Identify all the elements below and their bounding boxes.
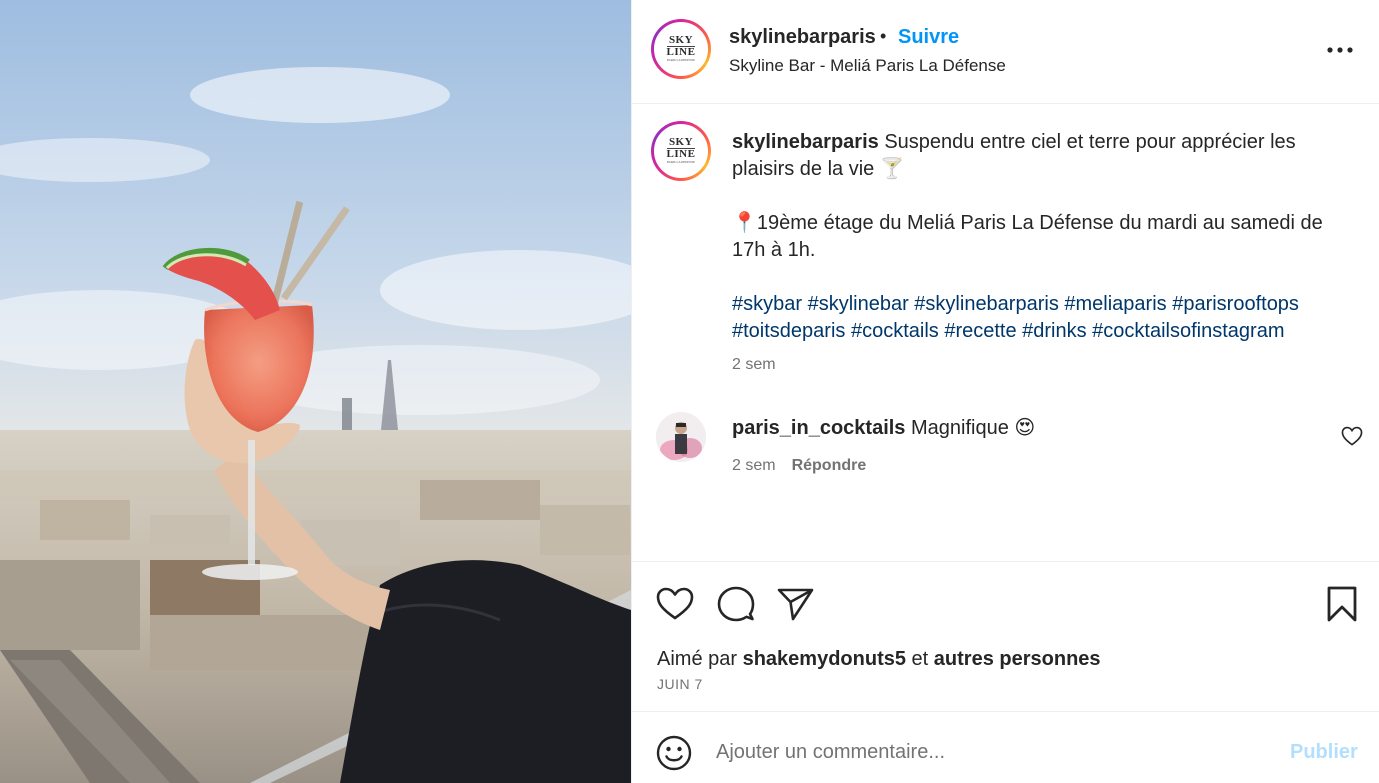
- likes-others[interactable]: autres personnes: [934, 648, 1101, 670]
- post-location[interactable]: Skyline Bar - Meliá Paris La Défense: [729, 56, 1006, 76]
- post-caption: skylinebarparis Suspendu entre ciel et t…: [732, 129, 1352, 345]
- post-date[interactable]: JUIN 7: [657, 676, 703, 692]
- more-icon[interactable]: [1325, 36, 1355, 64]
- avatar[interactable]: SKY LINE PARIS LA DEFENSE: [651, 19, 711, 79]
- likes-user[interactable]: shakemydonuts5: [743, 648, 906, 670]
- caption-avatar[interactable]: SKY LINE PARIS LA DEFENSE: [651, 121, 711, 181]
- comment-timestamp[interactable]: 2 sem: [732, 457, 776, 474]
- follow-button[interactable]: Suivre: [898, 26, 959, 49]
- avatar-logo-text: PARIS LA DEFENSE: [666, 58, 696, 62]
- avatar-logo-text: LINE: [666, 46, 696, 58]
- emoji-icon[interactable]: [656, 735, 692, 771]
- add-comment-bar: Publier: [632, 711, 1379, 783]
- post-panel: SKY LINE PARIS LA DEFENSE skylinebarpari…: [631, 0, 1379, 783]
- post-actions: Aimé par shakemydonuts5 et autres person…: [632, 561, 1379, 711]
- comment-avatar[interactable]: [656, 412, 706, 462]
- heart-icon[interactable]: [1341, 426, 1363, 446]
- avatar-logo-text: LINE: [666, 148, 696, 160]
- post-header: SKY LINE PARIS LA DEFENSE skylinebarpari…: [632, 0, 1379, 104]
- comment-body: paris_in_cocktails Magnifique 😍: [732, 415, 1035, 440]
- separator-dot: •: [880, 26, 887, 46]
- avatar-logo-text: SKY: [668, 136, 694, 148]
- like-heart-icon[interactable]: [655, 584, 695, 624]
- post-photo[interactable]: [0, 0, 631, 783]
- bookmark-icon[interactable]: [1322, 584, 1362, 624]
- comment-icon[interactable]: [716, 584, 756, 624]
- comment-meta: 2 sem Répondre: [732, 457, 866, 475]
- likes-summary: Aimé par shakemydonuts5 et autres person…: [657, 648, 1101, 671]
- reply-button[interactable]: Répondre: [792, 457, 867, 474]
- share-icon[interactable]: [775, 584, 815, 624]
- caption-location-line: 📍19ème étage du Meliá Paris La Défense d…: [732, 212, 1323, 261]
- comment-username[interactable]: paris_in_cocktails: [732, 417, 905, 439]
- avatar-logo-text: SKY: [668, 34, 694, 46]
- likes-middle: et: [911, 648, 929, 670]
- caption-hashtags[interactable]: #skybar #skylinebar #skylinebarparis #me…: [732, 291, 1352, 345]
- caption-timestamp[interactable]: 2 sem: [732, 356, 776, 374]
- post-username[interactable]: skylinebarparis: [729, 26, 876, 49]
- caption-username[interactable]: skylinebarparis: [732, 131, 879, 153]
- comment-text: Magnifique 😍: [911, 417, 1036, 439]
- likes-prefix: Aimé par: [657, 648, 738, 670]
- avatar-logo-text: PARIS LA DEFENSE: [666, 160, 696, 164]
- comment-input[interactable]: [716, 734, 1256, 770]
- publish-button[interactable]: Publier: [1290, 741, 1358, 764]
